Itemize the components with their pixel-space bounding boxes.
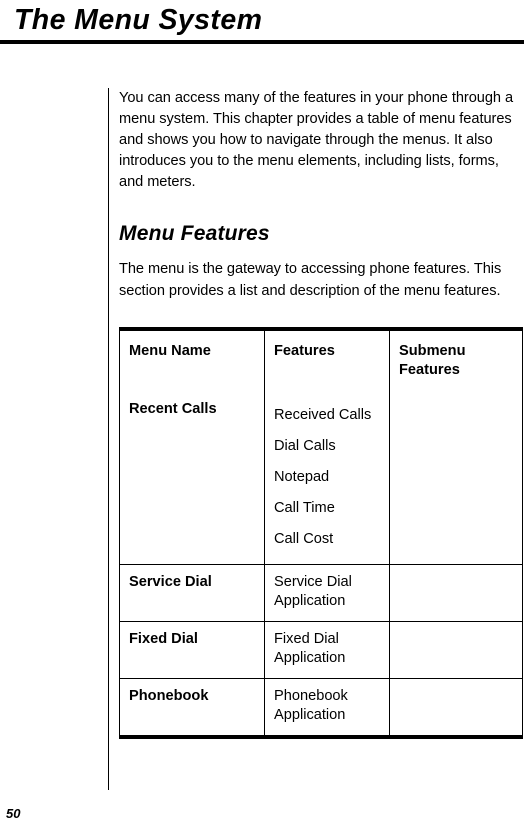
page-number: 50 xyxy=(6,806,21,821)
column-header-menu-name: Menu Name xyxy=(119,328,265,392)
table-row: Fixed Dial Fixed Dial Application xyxy=(119,620,523,679)
cell-menu-name: Fixed Dial xyxy=(119,620,265,679)
section-paragraph: The menu is the gateway to accessing pho… xyxy=(119,261,502,299)
cell-submenu-features xyxy=(389,563,523,622)
cell-features: Service Dial Application xyxy=(264,563,390,622)
column-header-submenu-features: Submenu Features xyxy=(389,328,523,392)
list-item: Dial Calls xyxy=(274,437,336,454)
list-item: Notepad xyxy=(274,468,330,485)
list-item: Application xyxy=(274,650,346,667)
cell-features: Fixed Dial Application xyxy=(264,620,390,679)
section-heading-menu-features: Menu Features xyxy=(119,222,270,246)
column-header-submenu-features-line1: Submenu xyxy=(399,342,466,359)
content-column: You can access many of the features in y… xyxy=(119,88,523,739)
cell-menu-name: Recent Calls xyxy=(119,391,265,565)
column-header-submenu-features-line2: Features xyxy=(399,361,460,378)
list-item: Call Time xyxy=(274,499,335,516)
page-title: The Menu System xyxy=(14,4,263,36)
menu-features-table: Menu Name Features Submenu Features Rece… xyxy=(119,326,523,739)
column-header-features: Features xyxy=(264,328,390,392)
table-row: Phonebook Phonebook Application xyxy=(119,677,523,737)
cell-menu-name: Service Dial xyxy=(119,563,265,622)
cell-submenu-features xyxy=(389,620,523,679)
intro-paragraph: You can access many of the features in y… xyxy=(119,90,514,191)
list-item: Application xyxy=(274,707,346,724)
table-row: Recent Calls Received Calls Dial Calls N… xyxy=(119,391,523,565)
list-item: Application xyxy=(274,593,346,610)
title-horizontal-rule xyxy=(0,40,524,44)
list-item: Call Cost xyxy=(274,530,334,547)
feature-list: Fixed Dial Application xyxy=(274,630,380,669)
content-vertical-rule xyxy=(108,88,109,790)
cell-submenu-features xyxy=(389,677,523,737)
list-item: Phonebook xyxy=(274,687,348,704)
feature-list: Service Dial Application xyxy=(274,573,380,612)
feature-list: Phonebook Application xyxy=(274,687,380,726)
cell-menu-name: Phonebook xyxy=(119,677,265,737)
cell-submenu-features xyxy=(389,391,523,565)
list-item: Received Calls xyxy=(274,406,372,423)
table-row: Service Dial Service Dial Application xyxy=(119,563,523,622)
table-body: Recent Calls Received Calls Dial Calls N… xyxy=(119,391,523,737)
list-item: Fixed Dial xyxy=(274,630,339,647)
table-header-row: Menu Name Features Submenu Features xyxy=(119,328,523,392)
cell-features: Phonebook Application xyxy=(264,677,390,737)
cell-features: Received Calls Dial Calls Notepad Call T… xyxy=(264,391,390,565)
document-page: The Menu System You can access many of t… xyxy=(0,0,526,832)
feature-list: Received Calls Dial Calls Notepad Call T… xyxy=(274,400,380,555)
list-item: Service Dial xyxy=(274,573,352,590)
